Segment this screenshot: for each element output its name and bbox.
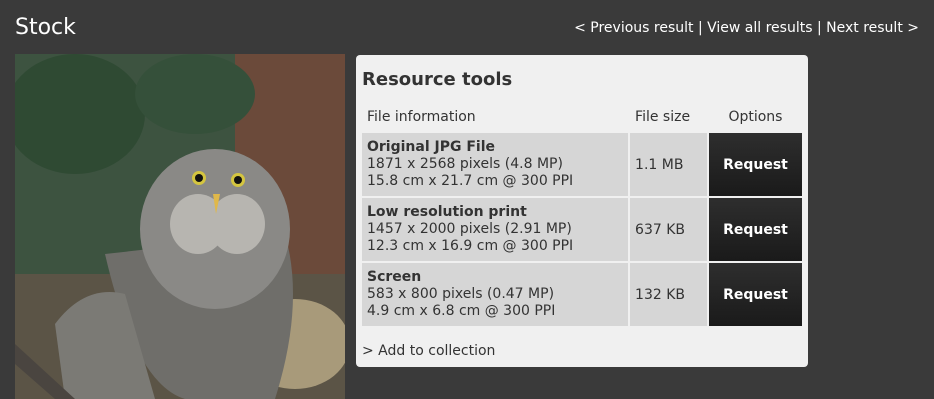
file-size-cell: 132 KB [630,263,709,326]
file-option-name: Original JPG File [367,139,496,155]
file-size-cell: 1.1 MB [630,133,709,196]
table-header-row: File information File size Options [362,103,802,131]
options-cell: Request [708,133,802,196]
file-option-name: Screen [367,269,422,285]
file-option-name: Low resolution print [367,204,527,220]
file-info-cell: Screen 583 x 800 pixels (0.47 MP) 4.9 cm… [362,263,631,326]
file-information-header: File information [367,109,476,125]
nav-separator: | [816,20,822,36]
file-print-dimensions: 12.3 cm x 16.9 cm @ 300 PPI [367,238,574,254]
request-button[interactable]: Request [708,198,802,261]
view-all-results-link[interactable]: View all results [707,20,812,36]
owl-photo [15,54,345,399]
resource-tools-panel: Resource tools File information File siz… [356,55,808,367]
file-pixel-dimensions: 1871 x 2568 pixels (4.8 MP) [367,156,563,172]
result-navigation: < Previous result | View all results | N… [574,20,919,36]
options-cell: Request [708,198,802,261]
file-print-dimensions: 15.8 cm x 21.7 cm @ 300 PPI [367,173,574,189]
resource-tools-title: Resource tools [362,69,513,90]
request-button[interactable]: Request [708,133,802,196]
file-info-cell: Original JPG File 1871 x 2568 pixels (4.… [362,133,631,196]
resource-table: File information File size Options Origi… [362,101,802,328]
owl-preview-image[interactable] [15,54,345,399]
page-title: Stock [15,15,76,40]
add-to-collection-link[interactable]: > Add to collection [362,343,495,359]
previous-result-link[interactable]: < Previous result [574,20,693,36]
file-pixel-dimensions: 583 x 800 pixels (0.47 MP) [367,286,555,302]
table-row: Original JPG File 1871 x 2568 pixels (4.… [362,133,802,196]
options-cell: Request [708,263,802,326]
options-header: Options [728,109,783,125]
file-size-header: File size [635,109,691,125]
table-row: Screen 583 x 800 pixels (0.47 MP) 4.9 cm… [362,263,802,326]
next-result-link[interactable]: Next result > [826,20,919,36]
table-row: Low resolution print 1457 x 2000 pixels … [362,198,802,261]
request-button[interactable]: Request [708,263,802,326]
nav-separator: | [697,20,703,36]
file-info-cell: Low resolution print 1457 x 2000 pixels … [362,198,631,261]
file-print-dimensions: 4.9 cm x 6.8 cm @ 300 PPI [367,303,556,319]
file-size-cell: 637 KB [630,198,709,261]
file-pixel-dimensions: 1457 x 2000 pixels (2.91 MP) [367,221,572,237]
